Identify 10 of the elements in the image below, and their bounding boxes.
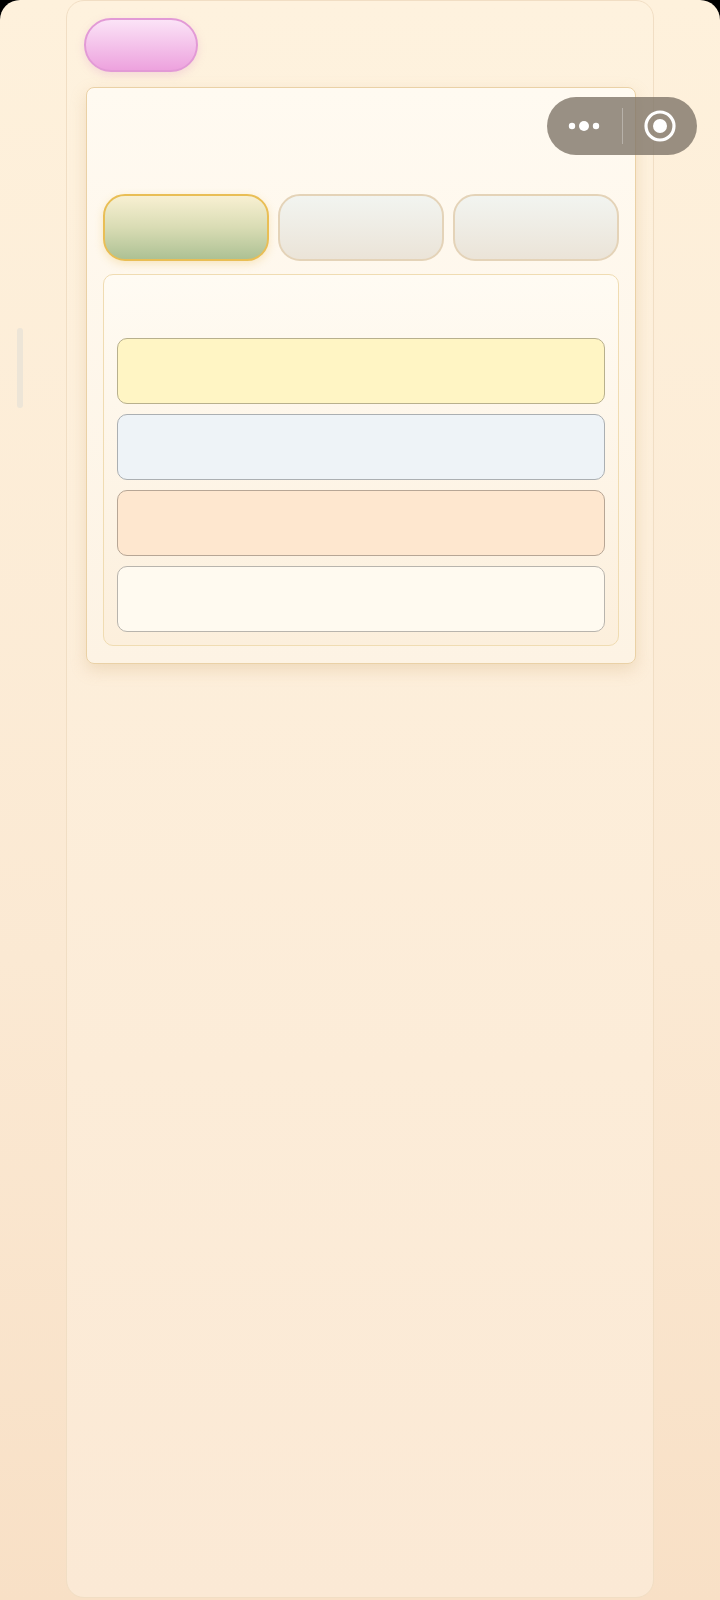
ring-icon[interactable] [643,110,676,142]
tab[interactable] [278,194,444,261]
option-card[interactable] [117,338,605,404]
more-icon[interactable] [568,121,601,131]
tab[interactable] [103,194,269,261]
header-button[interactable] [84,18,198,72]
option-card[interactable] [117,490,605,556]
tab[interactable] [453,194,619,261]
option-card[interactable] [117,414,605,480]
option-card[interactable] [117,566,605,632]
